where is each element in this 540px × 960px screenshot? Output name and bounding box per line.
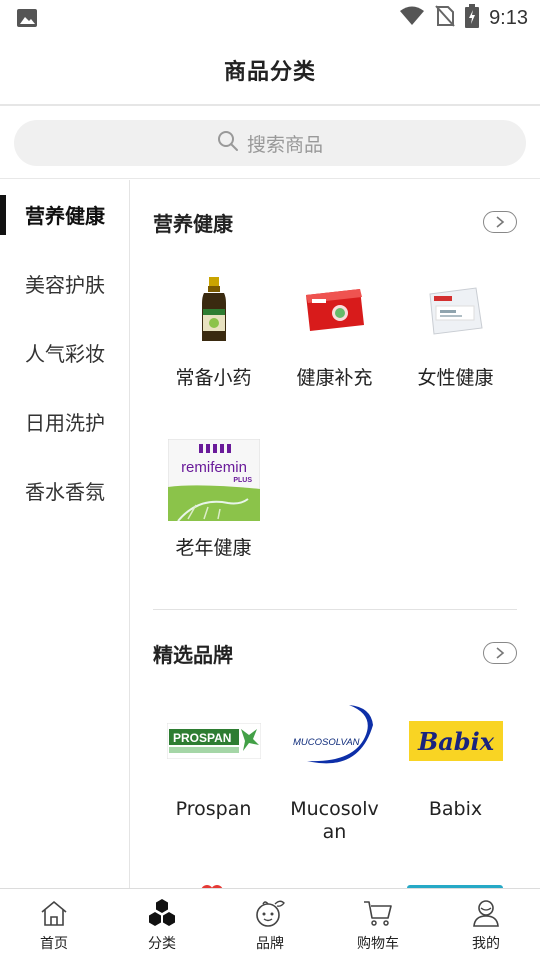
battery-icon bbox=[465, 4, 480, 32]
sidebar-item-label: 香水香氛 bbox=[25, 480, 105, 504]
elevit-box-image bbox=[285, 265, 385, 355]
nav-label: 购物车 bbox=[357, 936, 399, 952]
clock: 9:13 bbox=[489, 6, 528, 29]
search-placeholder: 搜索商品 bbox=[246, 133, 323, 156]
prospan-logo-text: PROSPAN bbox=[173, 731, 231, 745]
nav-label: 品牌 bbox=[256, 936, 284, 952]
medicine-bottle-image bbox=[164, 265, 264, 355]
bottom-navigation: 首页 分类 品牌 购物车 我的 bbox=[0, 888, 540, 960]
sidebar-item-nutrition[interactable]: 营养健康 bbox=[0, 180, 129, 249]
nav-profile[interactable]: 我的 bbox=[432, 889, 540, 960]
more-button[interactable] bbox=[483, 211, 517, 233]
page-header: 商品分类 bbox=[0, 36, 540, 106]
babix-logo: Babix bbox=[406, 696, 506, 786]
search-input[interactable]: 搜索商品 bbox=[14, 120, 526, 166]
brand-item-label: Mucosolvan bbox=[290, 798, 379, 843]
status-bar: 9:13 bbox=[0, 0, 540, 36]
nav-cart[interactable]: 购物车 bbox=[324, 889, 432, 960]
category-item-label: 女性健康 bbox=[417, 367, 494, 389]
sidebar-item-skincare[interactable]: 美容护肤 bbox=[0, 249, 129, 318]
mucosolvan-logo: MUCOSOLVAN bbox=[285, 696, 385, 786]
category-icon bbox=[145, 897, 179, 929]
more-button[interactable] bbox=[483, 642, 517, 664]
brand-item[interactable]: Babix Babix bbox=[395, 696, 516, 821]
section-header-nutrition: 营养健康 bbox=[153, 207, 517, 237]
sidebar-item-label: 营养健康 bbox=[25, 204, 105, 228]
prospan-logo: PROSPAN bbox=[164, 696, 264, 786]
nav-home[interactable]: 首页 bbox=[0, 889, 108, 960]
section-header-brands: 精选品牌 bbox=[153, 638, 517, 668]
remifemin-plus-text: PLUS bbox=[233, 477, 252, 484]
sidebar-item-daily-care[interactable]: 日用洗护 bbox=[0, 387, 129, 456]
wifi-icon bbox=[399, 5, 425, 31]
brand-icon bbox=[253, 897, 287, 929]
nav-label: 我的 bbox=[472, 936, 500, 952]
remifemin-logo-text: remifemin bbox=[181, 459, 247, 476]
brand-item-label: Prospan bbox=[175, 798, 252, 820]
brand-item[interactable]: MUCOSOLVAN Mucosolvan bbox=[274, 696, 395, 844]
nav-category[interactable]: 分类 bbox=[108, 889, 216, 960]
category-item[interactable]: remifemin PLUS 老年健康 bbox=[153, 435, 274, 560]
sidebar-item-label: 人气彩妆 bbox=[25, 342, 105, 366]
babix-logo-text: Babix bbox=[416, 727, 494, 756]
nav-label: 首页 bbox=[40, 936, 68, 952]
home-icon bbox=[37, 897, 71, 929]
category-item[interactable]: 健康补充 bbox=[274, 265, 395, 390]
sidebar-item-fragrance[interactable]: 香水香氛 bbox=[0, 456, 129, 525]
sidebar-item-label: 日用洗护 bbox=[25, 411, 105, 435]
sidebar-item-label: 美容护肤 bbox=[25, 273, 105, 297]
page-title: 商品分类 bbox=[223, 60, 316, 85]
sidebar-item-makeup[interactable]: 人气彩妆 bbox=[0, 318, 129, 387]
mucosolvan-logo-text: MUCOSOLVAN bbox=[293, 737, 360, 748]
chevron-right-icon bbox=[496, 216, 505, 228]
category-item-label: 常备小药 bbox=[175, 367, 252, 389]
nav-brand[interactable]: 品牌 bbox=[216, 889, 324, 960]
image-notification-icon bbox=[16, 8, 38, 28]
category-item[interactable]: 女性健康 bbox=[395, 265, 516, 390]
vitamin-box-image bbox=[406, 265, 506, 355]
category-item-label: 老年健康 bbox=[175, 537, 252, 559]
nav-label: 分类 bbox=[148, 936, 176, 952]
brand-item-label: Babix bbox=[428, 798, 483, 820]
chevron-right-icon bbox=[496, 647, 505, 659]
category-sidebar: 营养健康 美容护肤 人气彩妆 日用洗护 香水香氛 bbox=[0, 180, 130, 888]
cart-icon bbox=[361, 897, 395, 929]
category-item[interactable]: 常备小药 bbox=[153, 265, 274, 390]
section-title: 营养健康 bbox=[153, 211, 233, 236]
category-item-label: 健康补充 bbox=[296, 367, 373, 389]
section-title: 精选品牌 bbox=[153, 642, 233, 667]
category-content: 营养健康 常备小药 健康补充 女性健康 remifemin PLUS 老年健康 … bbox=[131, 180, 540, 888]
profile-icon bbox=[469, 897, 503, 929]
search-icon bbox=[217, 130, 239, 156]
brand-item[interactable]: PROSPAN Prospan bbox=[153, 696, 274, 821]
section-divider bbox=[153, 609, 517, 610]
search-area: 搜索商品 bbox=[0, 106, 540, 179]
no-sim-icon bbox=[435, 5, 455, 31]
remifemin-box-image: remifemin PLUS bbox=[164, 435, 264, 525]
